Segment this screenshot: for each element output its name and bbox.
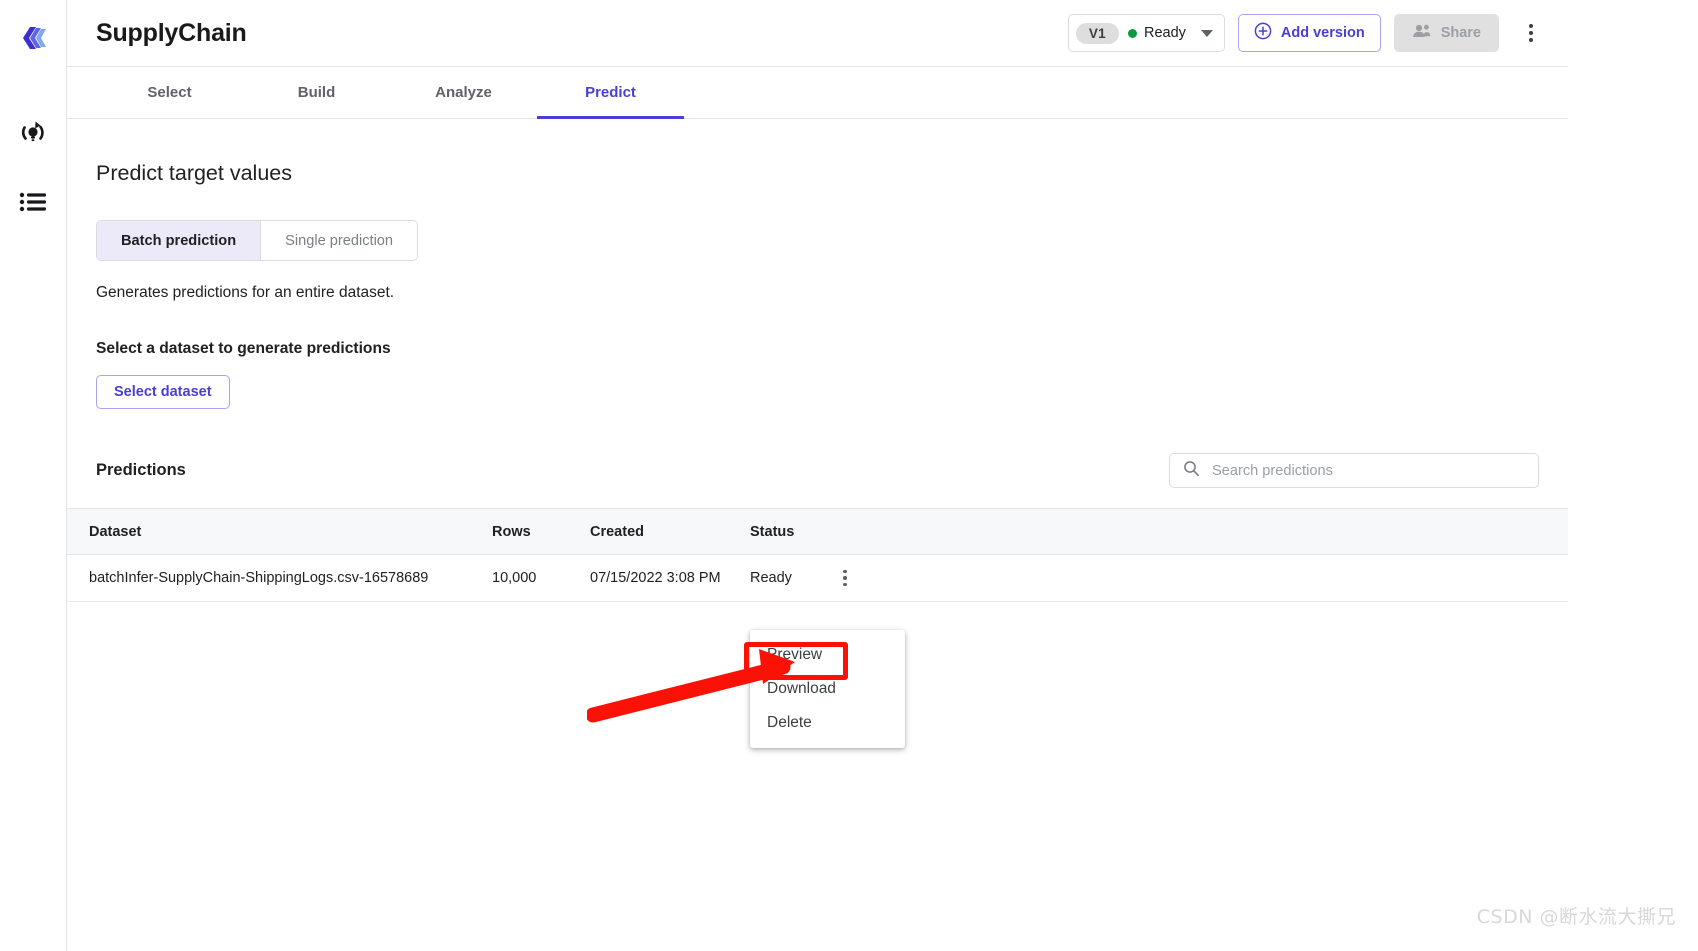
table-row[interactable]: batchInfer-SupplyChain-ShippingLogs.csv-…	[67, 555, 1568, 602]
tab-select-label: Select	[147, 84, 192, 101]
predict-heading: Predict target values	[96, 161, 292, 185]
tab-build-label: Build	[297, 84, 336, 101]
prediction-mode-toggle: Batch prediction Single prediction	[96, 220, 419, 261]
menu-item-download[interactable]: Download	[750, 672, 905, 706]
predictions-title: Predictions	[96, 461, 186, 479]
search-input[interactable]	[1210, 461, 1525, 480]
share-button: Share	[1393, 14, 1499, 52]
version-status-selector[interactable]: V1 Ready	[1067, 14, 1225, 52]
app-window: SupplyChain V1 Ready Add version Share S…	[0, 0, 1568, 951]
kebab-menu-icon[interactable]	[1516, 14, 1546, 52]
people-icon	[1412, 23, 1432, 43]
column-header-created: Created	[590, 523, 644, 540]
model-rotate-bulb-icon[interactable]	[11, 110, 55, 154]
cell-rows: 10,000	[492, 570, 537, 586]
app-logo-icon[interactable]	[11, 18, 55, 62]
row-actions-cell	[825, 566, 865, 591]
batch-prediction-label: Batch prediction	[121, 232, 237, 249]
plus-circle-icon	[1254, 22, 1272, 44]
table-header-row: Dataset Rows Created Status	[67, 508, 1568, 555]
menu-item-preview[interactable]: Preview	[750, 638, 905, 672]
menu-item-delete[interactable]: Delete	[750, 706, 905, 740]
mode-description: Generates predictions for an entire data…	[96, 284, 395, 301]
row-kebab-menu-icon[interactable]	[839, 566, 851, 591]
dataset-section-label: Select a dataset to generate predictions	[96, 340, 391, 357]
row-context-menu: Preview Download Delete	[750, 630, 905, 748]
status-badge: Ready	[1127, 25, 1186, 41]
tab-build[interactable]: Build	[243, 67, 390, 118]
header-actions: V1 Ready Add version Share	[1067, 14, 1546, 52]
list-icon[interactable]	[11, 180, 55, 224]
batch-prediction-toggle[interactable]: Batch prediction	[97, 221, 262, 260]
predictions-header-row: Predictions	[96, 453, 1539, 488]
single-prediction-label: Single prediction	[285, 232, 394, 249]
column-header-rows: Rows	[492, 523, 531, 540]
status-dot-icon	[1127, 28, 1137, 38]
search-icon	[1183, 460, 1200, 482]
tab-analyze[interactable]: Analyze	[390, 67, 537, 118]
version-chip: V1	[1075, 22, 1119, 44]
tab-predict-label: Predict	[585, 84, 636, 101]
column-header-dataset: Dataset	[89, 523, 142, 540]
share-label: Share	[1440, 25, 1481, 41]
cell-status: Ready	[750, 570, 792, 586]
single-prediction-toggle[interactable]: Single prediction	[261, 221, 418, 260]
add-version-button[interactable]: Add version	[1237, 14, 1381, 52]
watermark: CSDN @断水流大撕兄	[1476, 906, 1676, 928]
app-header: SupplyChain V1 Ready Add version Share	[67, 0, 1568, 67]
select-dataset-button[interactable]: Select dataset	[96, 375, 230, 409]
tab-analyze-label: Analyze	[435, 84, 492, 101]
cell-created: 07/15/2022 3:08 PM	[590, 570, 721, 586]
chevron-down-icon[interactable]	[1200, 29, 1213, 37]
tab-predict[interactable]: Predict	[537, 67, 684, 119]
predict-panel: Predict target values Batch prediction S…	[67, 119, 1568, 951]
left-nav-rail	[0, 0, 67, 951]
cell-dataset: batchInfer-SupplyChain-ShippingLogs.csv-…	[89, 570, 429, 586]
search-predictions-box[interactable]	[1169, 453, 1539, 488]
add-version-label: Add version	[1280, 25, 1365, 41]
main-area: SupplyChain V1 Ready Add version Share S…	[67, 0, 1568, 951]
predictions-table: Dataset Rows Created Status batchInfer-S…	[67, 508, 1568, 602]
tab-select[interactable]: Select	[96, 67, 243, 118]
column-header-status: Status	[750, 523, 795, 540]
page-title: SupplyChain	[96, 18, 247, 47]
section-tabs: Select Build Analyze Predict	[67, 67, 1568, 119]
status-label: Ready	[1143, 25, 1186, 41]
